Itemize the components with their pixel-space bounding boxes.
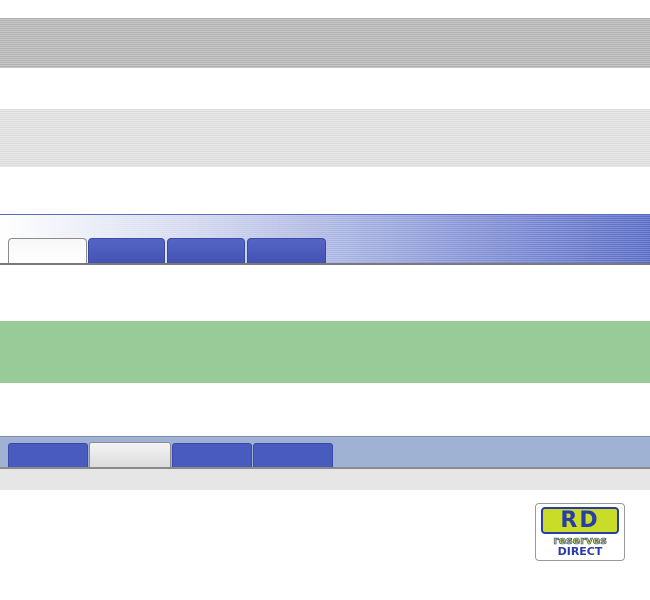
tab2-1[interactable]: [8, 443, 88, 468]
tab-3[interactable]: [167, 238, 245, 264]
green-band: [0, 321, 650, 383]
tab2-2-active[interactable]: [89, 442, 171, 469]
tab-1-active[interactable]: [8, 238, 87, 265]
tab-4[interactable]: [247, 238, 326, 264]
reserves-direct-logo: RD reserves DIRECT: [535, 503, 625, 561]
tab-2[interactable]: [88, 238, 165, 264]
tab2-4[interactable]: [253, 443, 333, 468]
logo-initials: RD: [541, 507, 619, 534]
page: RD reserves DIRECT: [0, 0, 650, 600]
tab-bar-baseline: [0, 263, 650, 265]
gray-light-band: [0, 109, 650, 167]
tab2-3[interactable]: [172, 443, 252, 468]
gray-dark-band: [0, 18, 650, 68]
logo-line-direct: DIRECT: [557, 545, 603, 558]
sub-toolbar: [0, 469, 650, 490]
